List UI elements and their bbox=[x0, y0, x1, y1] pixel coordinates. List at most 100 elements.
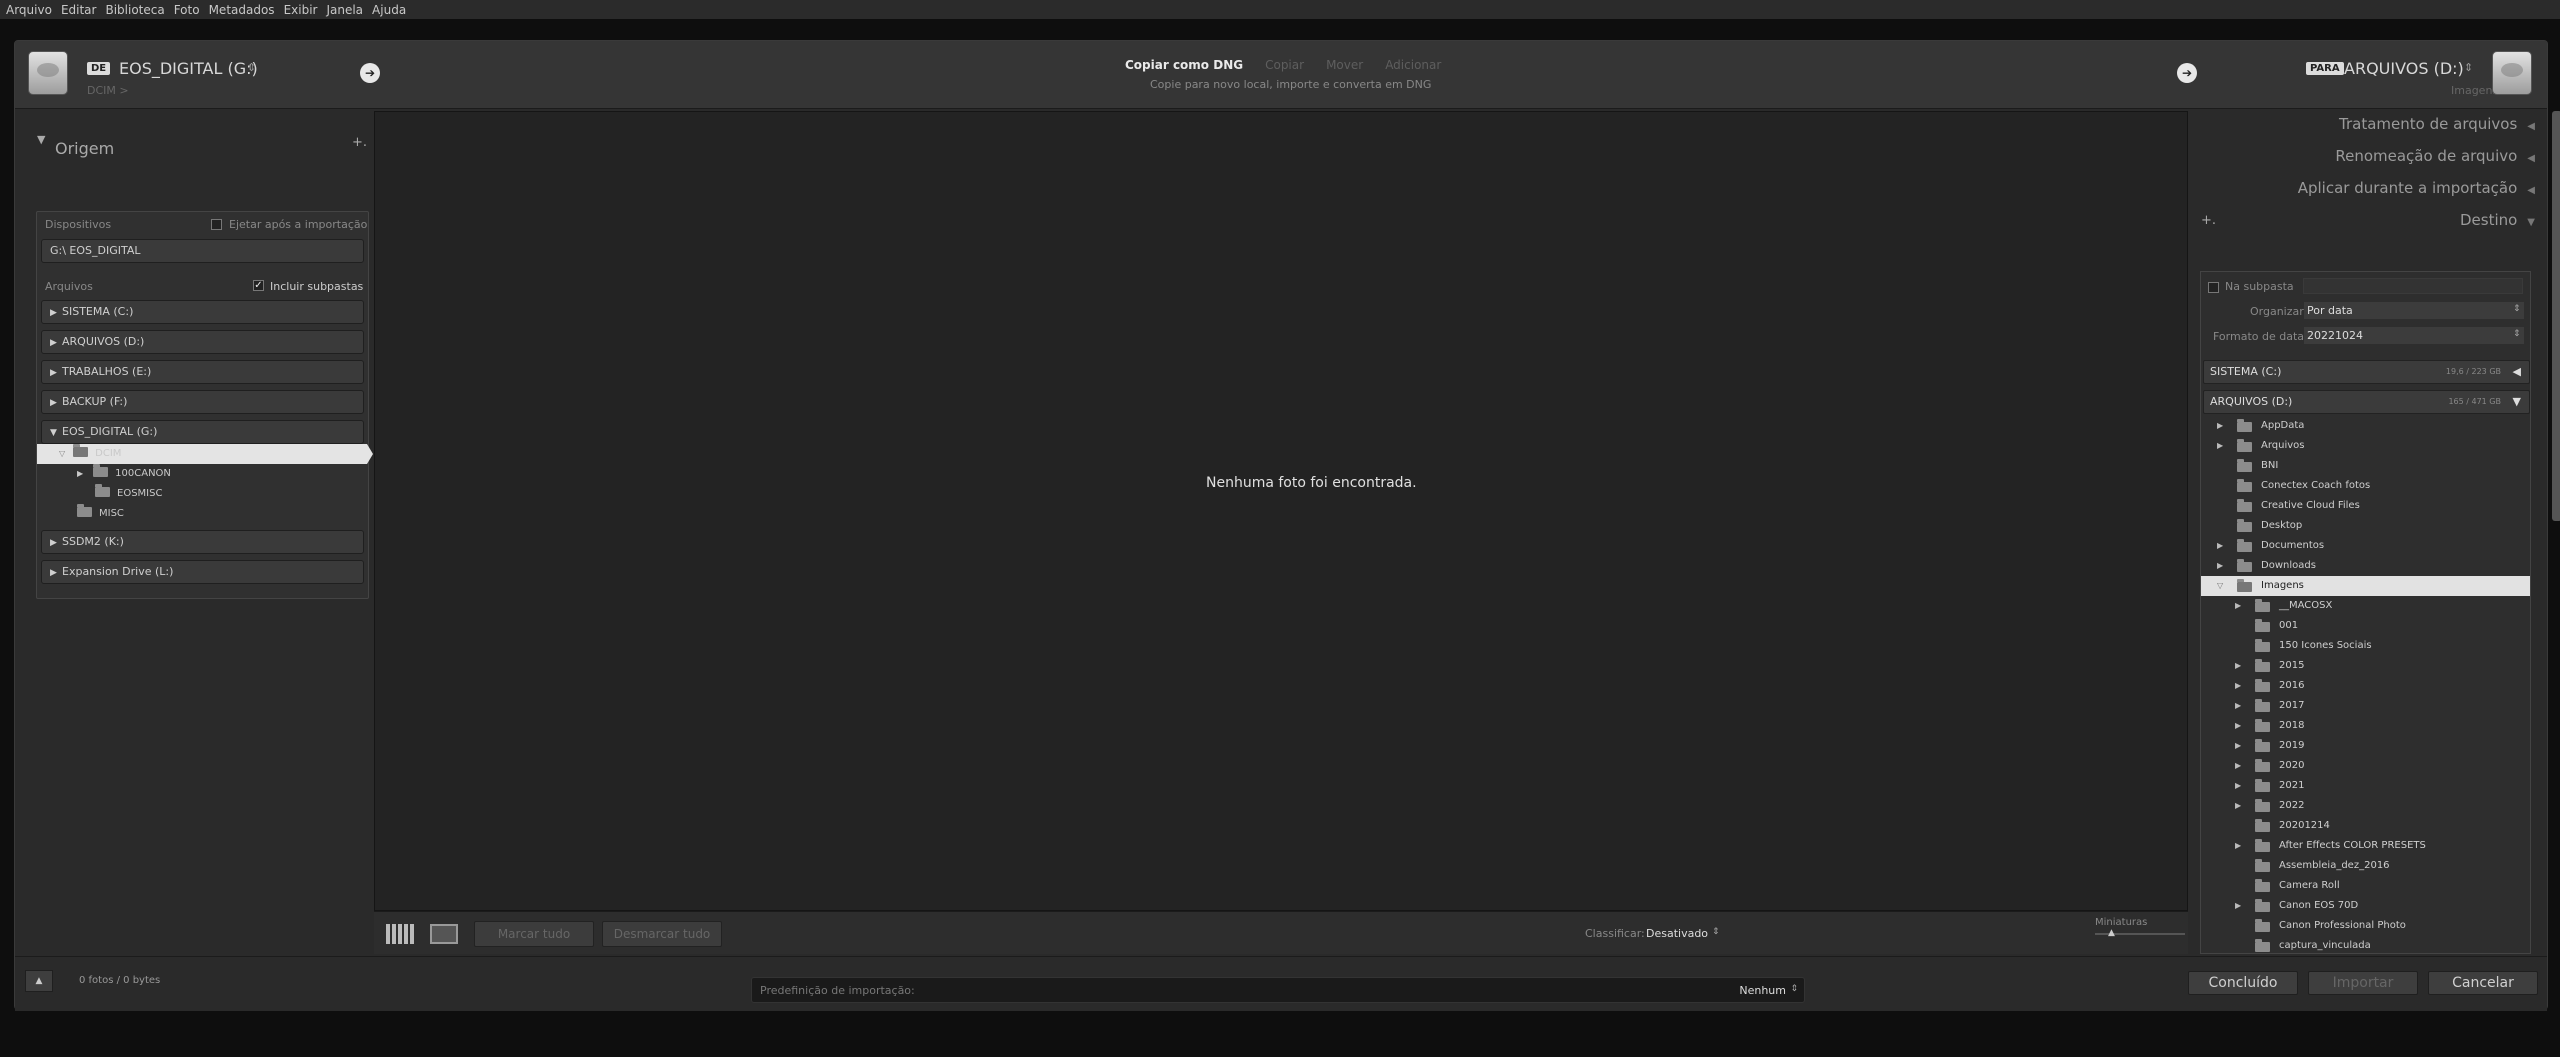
eject-checkbox[interactable] bbox=[211, 219, 222, 230]
menu-janela[interactable]: Janela bbox=[326, 3, 363, 17]
subfolder-input[interactable] bbox=[2303, 278, 2523, 294]
menu-exibir[interactable]: Exibir bbox=[284, 3, 318, 17]
dest-subfolder-row[interactable]: 20201214 bbox=[2201, 816, 2530, 836]
cancel-button[interactable]: Cancelar bbox=[2428, 971, 2538, 995]
add-source-icon[interactable]: +. bbox=[352, 135, 367, 150]
dest-subfolder-row[interactable]: Camera Roll bbox=[2201, 876, 2530, 896]
dest-subfolder-row[interactable]: ▶ 2015 bbox=[2201, 656, 2530, 676]
section-destination[interactable]: Destino ▼ bbox=[2205, 211, 2535, 229]
device-eos[interactable]: G:\ EOS_DIGITAL bbox=[41, 239, 364, 263]
expand-up-icon[interactable]: ▲ bbox=[25, 970, 53, 992]
source-drive-name[interactable]: EOS_DIGITAL (G:) bbox=[119, 59, 258, 78]
loupe-view-icon[interactable] bbox=[430, 924, 458, 944]
dest-subfolder-row[interactable]: ▶ 2022 bbox=[2201, 796, 2530, 816]
organize-dropdown-icon[interactable]: ⇕ bbox=[2513, 304, 2521, 314]
drive-trabalhos[interactable]: ▶ TRABALHOS (E:) bbox=[41, 360, 364, 384]
dest-subfolder-row[interactable]: 001 bbox=[2201, 616, 2530, 636]
include-subfolders-checkbox[interactable]: ✓ bbox=[253, 280, 264, 291]
drive-eos-digital[interactable]: ▼ EOS_DIGITAL (G:) bbox=[41, 420, 364, 444]
sort-dropdown-icon[interactable]: ⇕ bbox=[1712, 927, 1720, 937]
folder-eosmisc[interactable]: EOSMISC bbox=[95, 484, 162, 504]
menu-foto[interactable]: Foto bbox=[174, 3, 200, 17]
dest-folder-row[interactable]: ▶ Arquivos bbox=[2201, 436, 2530, 456]
date-format-select[interactable]: 20221024 bbox=[2304, 327, 2524, 344]
import-topbar: DE EOS_DIGITAL (G:) ⇕ DCIM > ➔ Copiar co… bbox=[15, 41, 2547, 109]
dest-folder-row[interactable]: BNI bbox=[2201, 456, 2530, 476]
sort-select[interactable]: Desativado bbox=[1646, 927, 1708, 940]
mode-copy[interactable]: Copiar bbox=[1265, 58, 1304, 72]
dest-subfolder-row[interactable]: ▶ 2020 bbox=[2201, 756, 2530, 776]
dest-folder-row[interactable]: Creative Cloud Files bbox=[2201, 496, 2530, 516]
dest-folder-row[interactable]: ▶ Documentos bbox=[2201, 536, 2530, 556]
dest-subfolder-row[interactable]: 150 Icones Sociais bbox=[2201, 636, 2530, 656]
preset-value[interactable]: Nenhum bbox=[1739, 984, 1786, 997]
dest-drive-sistema[interactable]: SISTEMA (C:) 19,6 / 223 GB ◀ bbox=[2203, 360, 2530, 384]
folder-misc[interactable]: MISC bbox=[77, 504, 124, 524]
dest-folder-row[interactable]: Desktop bbox=[2201, 516, 2530, 536]
dest-subfolder-row[interactable]: ▶ After Effects COLOR PRESETS bbox=[2201, 836, 2530, 856]
dest-dropdown-icon[interactable]: ⇕ bbox=[2464, 61, 2473, 74]
folder-100canon[interactable]: ▶ 100CANON bbox=[77, 464, 171, 484]
folder-icon bbox=[2255, 619, 2270, 632]
folder-label: 001 bbox=[2279, 620, 2299, 631]
dest-folder-row[interactable]: ▶ AppData bbox=[2201, 416, 2530, 436]
panel-scrollbar[interactable] bbox=[2552, 111, 2560, 521]
dest-folder-row[interactable]: ▽ Imagens bbox=[2201, 576, 2530, 596]
dest-drive-icon[interactable] bbox=[2492, 51, 2532, 95]
collapse-triangle-icon[interactable]: ▼ bbox=[37, 133, 45, 146]
dest-subfolder-row[interactable]: Assembleia_dez_2016 bbox=[2201, 856, 2530, 876]
folder-icon bbox=[2237, 519, 2252, 532]
folder-label: MISC bbox=[99, 508, 124, 519]
section-file-handling[interactable]: Tratamento de arquivos ◀ bbox=[2205, 115, 2535, 133]
section-apply[interactable]: Aplicar durante a importação ◀ bbox=[2205, 179, 2535, 197]
drive-ssdm2[interactable]: ▶ SSDM2 (K:) bbox=[41, 530, 364, 554]
dest-subfolder-row[interactable]: ▶ 2016 bbox=[2201, 676, 2530, 696]
dest-drive-name[interactable]: ARQUIVOS (D:) bbox=[2344, 59, 2464, 78]
dest-subfolder-row[interactable]: captura_vinculada bbox=[2201, 936, 2530, 953]
preset-dropdown-icon[interactable]: ⇕ bbox=[1790, 984, 1798, 994]
preset-bar[interactable]: Predefinição de importação: Nenhum ⇕ bbox=[751, 977, 1805, 1003]
folder-dcim[interactable]: ▽ DCIM bbox=[37, 444, 367, 464]
dest-subfolder-row[interactable]: ▶ 2018 bbox=[2201, 716, 2530, 736]
check-all-button[interactable]: Marcar tudo bbox=[474, 921, 594, 947]
dest-subfolder-row[interactable]: ▶ 2019 bbox=[2201, 736, 2530, 756]
selection-arrow-icon bbox=[367, 444, 373, 464]
dest-subfolder-row[interactable]: ▶ 2021 bbox=[2201, 776, 2530, 796]
dest-folder-row[interactable]: ▶ Downloads bbox=[2201, 556, 2530, 576]
source-dropdown-icon[interactable]: ⇕ bbox=[247, 61, 256, 74]
menu-metadados[interactable]: Metadados bbox=[209, 3, 275, 17]
menu-arquivo[interactable]: Arquivo bbox=[6, 3, 52, 17]
dest-subfolder-row[interactable]: ▶ __MACOSX bbox=[2201, 596, 2530, 616]
date-dropdown-icon[interactable]: ⇕ bbox=[2513, 329, 2521, 339]
drive-arquivos[interactable]: ▶ ARQUIVOS (D:) bbox=[41, 330, 364, 354]
dest-drive-arquivos[interactable]: ARQUIVOS (D:) 165 / 471 GB ▼ bbox=[2203, 390, 2530, 414]
folder-label: 2020 bbox=[2279, 760, 2305, 771]
drive-backup[interactable]: ▶ BACKUP (F:) bbox=[41, 390, 364, 414]
slider-thumb-icon[interactable]: ▲ bbox=[2108, 928, 2115, 938]
organize-select[interactable]: Por data bbox=[2304, 302, 2524, 319]
dest-subfolder-row[interactable]: ▶ 2017 bbox=[2201, 696, 2530, 716]
drive-sistema[interactable]: ▶ SISTEMA (C:) bbox=[41, 300, 364, 324]
mode-copy-dng[interactable]: Copiar como DNG bbox=[1125, 58, 1243, 72]
menu-ajuda[interactable]: Ajuda bbox=[372, 3, 406, 17]
dest-subfolder-row[interactable]: ▶ Canon EOS 70D bbox=[2201, 896, 2530, 916]
dest-subfolder-row[interactable]: Canon Professional Photo bbox=[2201, 916, 2530, 936]
folder-icon bbox=[2255, 679, 2270, 692]
folder-icon bbox=[2255, 839, 2270, 852]
folder-icon bbox=[77, 504, 92, 517]
menu-biblioteca[interactable]: Biblioteca bbox=[105, 3, 164, 17]
mode-add[interactable]: Adicionar bbox=[1385, 58, 1441, 72]
menu-editar[interactable]: Editar bbox=[61, 3, 97, 17]
done-button[interactable]: Concluído bbox=[2188, 971, 2298, 995]
subfolder-checkbox[interactable] bbox=[2208, 282, 2219, 293]
dest-folder-row[interactable]: Conectex Coach fotos bbox=[2201, 476, 2530, 496]
import-mode-tabs: Copiar como DNG Copiar Mover Adicionar bbox=[1125, 58, 1441, 72]
section-rename[interactable]: Renomeação de arquivo ◀ bbox=[2205, 147, 2535, 165]
folder-icon bbox=[2255, 779, 2270, 792]
drive-expansion[interactable]: ▶ Expansion Drive (L:) bbox=[41, 560, 364, 584]
grid-view-icon[interactable] bbox=[386, 924, 414, 944]
import-button[interactable]: Importar bbox=[2308, 971, 2418, 995]
mode-move[interactable]: Mover bbox=[1326, 58, 1363, 72]
uncheck-all-button[interactable]: Desmarcar tudo bbox=[602, 921, 722, 947]
source-drive-icon[interactable] bbox=[28, 51, 68, 95]
